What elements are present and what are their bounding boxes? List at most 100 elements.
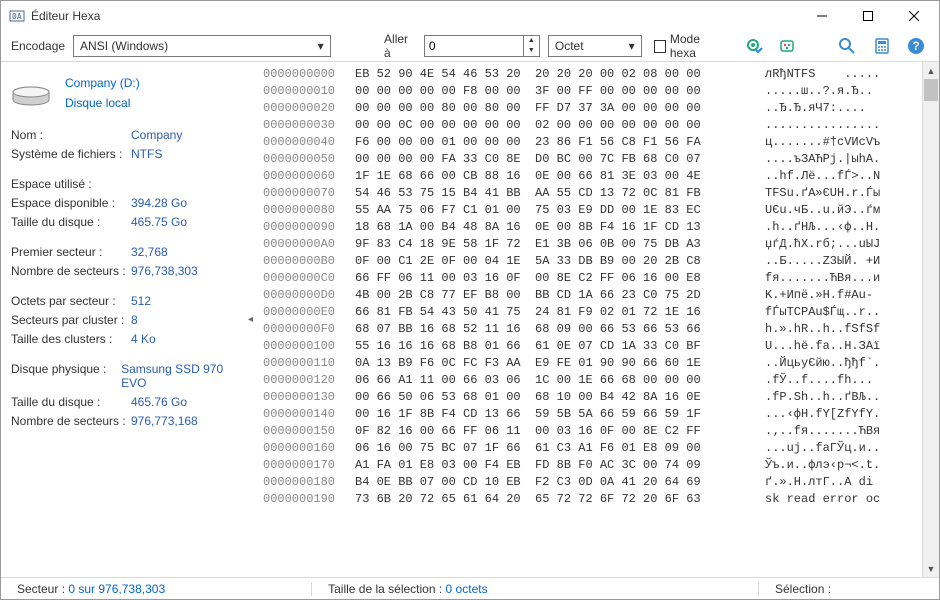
hex-ascii[interactable]: ..ЙцьуЄйю..ђђf`. — [755, 355, 922, 372]
hex-row[interactable]: 000000009018 68 1A 00 B4 48 8A 16 0E 00 … — [263, 219, 922, 236]
maximize-button[interactable] — [845, 1, 891, 31]
hex-row[interactable]: 000000016006 16 00 75 BC 07 1F 66 61 C3 … — [263, 440, 922, 457]
hex-bytes[interactable]: 06 16 00 75 BC 07 1F 66 61 C3 A1 F6 01 E… — [355, 440, 755, 457]
hex-row[interactable]: 000000019073 6B 20 72 65 61 64 20 65 72 … — [263, 491, 922, 508]
disk-type-link[interactable]: Disque local — [65, 96, 140, 110]
hex-bytes[interactable]: 1F 1E 68 66 00 CB 88 16 0E 00 66 81 3E 0… — [355, 168, 755, 185]
hex-bytes[interactable]: 66 FF 06 11 00 03 16 0F 00 8E C2 FF 06 1… — [355, 270, 755, 287]
hex-row[interactable]: 00000000E066 81 FB 54 43 50 41 75 24 81 … — [263, 304, 922, 321]
hex-bytes[interactable]: 18 68 1A 00 B4 48 8A 16 0E 00 8B F4 16 1… — [355, 219, 755, 236]
hex-bytes[interactable]: 00 00 00 00 00 F8 00 00 3F 00 FF 00 00 0… — [355, 83, 755, 100]
hex-row[interactable]: 000000003000 00 0C 00 00 00 00 00 02 00 … — [263, 117, 922, 134]
hex-bytes[interactable]: 4B 00 2B C8 77 EF B8 00 BB CD 1A 66 23 C… — [355, 287, 755, 304]
hex-bytes[interactable]: 06 66 A1 11 00 66 03 06 1C 00 1E 66 68 0… — [355, 372, 755, 389]
hex-ascii[interactable]: ...‹фН.fY[ZfYfY. — [755, 406, 922, 423]
spinner-down-icon[interactable]: ▼ — [524, 46, 539, 56]
vertical-scrollbar[interactable]: ▲ ▼ — [922, 62, 939, 577]
hex-ascii[interactable]: .‚..fя.......ЋВя — [755, 423, 922, 440]
hex-bytes[interactable]: 00 16 1F 8B F4 CD 13 66 59 5B 5A 66 59 6… — [355, 406, 755, 423]
hex-bytes[interactable]: 73 6B 20 72 65 61 64 20 65 72 72 6F 72 2… — [355, 491, 755, 508]
minimize-button[interactable] — [799, 1, 845, 31]
hex-row[interactable]: 0000000180B4 0E BB 07 00 CD 10 EB F2 C3 … — [263, 474, 922, 491]
palette-button[interactable] — [775, 32, 801, 60]
search-button[interactable] — [834, 32, 860, 60]
encoding-select[interactable]: ANSI (Windows) ▾ — [73, 35, 331, 57]
hex-bytes[interactable]: 00 00 0C 00 00 00 00 00 02 00 00 00 00 0… — [355, 117, 755, 134]
hex-ascii[interactable]: .....ш..?.я.Ђ.. — [755, 83, 922, 100]
unit-select[interactable]: Octet ▾ — [548, 35, 642, 57]
hex-row[interactable]: 000000002000 00 00 00 80 00 80 00 FF D7 … — [263, 100, 922, 117]
hex-row[interactable]: 000000012006 66 A1 11 00 66 03 06 1C 00 … — [263, 372, 922, 389]
hex-row[interactable]: 0000000000EB 52 90 4E 54 46 53 20 20 20 … — [263, 66, 922, 83]
hex-ascii[interactable]: ..Ђ.Ђ.яЧ7:.... — [755, 100, 922, 117]
hex-row[interactable]: 00000001100A 13 B9 F6 0C FC F3 AA E9 FE … — [263, 355, 922, 372]
hex-ascii[interactable]: TFSu.ґA»ЄUН.r.Ѓы — [755, 185, 922, 202]
hexmode-checkbox[interactable]: Mode hexa — [654, 32, 725, 60]
hex-ascii[interactable]: Ўъ.и..флэ‹р¬<.t. — [755, 457, 922, 474]
hex-row[interactable]: 0000000040F6 00 00 00 01 00 00 00 23 86 … — [263, 134, 922, 151]
hex-bytes[interactable]: 68 07 BB 16 68 52 11 16 68 09 00 66 53 6… — [355, 321, 755, 338]
disk-name-link[interactable]: Company (D:) — [65, 76, 140, 90]
spinner-up-icon[interactable]: ▲ — [524, 36, 539, 46]
splitter[interactable]: ◂ — [251, 62, 257, 577]
hex-row[interactable]: 0000000170A1 FA 01 E8 03 00 F4 EB FD 8B … — [263, 457, 922, 474]
hex-content[interactable]: 0000000000EB 52 90 4E 54 46 53 20 20 20 … — [257, 62, 922, 577]
hex-ascii[interactable]: .fЎ..f....fh... — [755, 372, 922, 389]
hex-ascii[interactable]: U...hё.fa..Н.ЗАї — [755, 338, 922, 355]
hex-row[interactable]: 000000005000 00 00 00 FA 33 C0 8E D0 BC … — [263, 151, 922, 168]
hex-bytes[interactable]: 0F 82 16 00 66 FF 06 11 00 03 16 0F 00 8… — [355, 423, 755, 440]
hex-ascii[interactable]: h.».hR..h..fSfSf — [755, 321, 922, 338]
goto-input[interactable] — [424, 35, 524, 57]
hex-bytes[interactable]: F6 00 00 00 01 00 00 00 23 86 F1 56 C8 F… — [355, 134, 755, 151]
hex-row[interactable]: 00000000F068 07 BB 16 68 52 11 16 68 09 … — [263, 321, 922, 338]
hex-ascii[interactable]: ...uј..faГЎц.и.. — [755, 440, 922, 457]
hex-ascii[interactable]: fЃыTCPAu$Ѓщ..r.. — [755, 304, 922, 321]
scroll-up-icon[interactable]: ▲ — [923, 62, 939, 79]
hex-ascii[interactable]: ................ — [755, 117, 922, 134]
scroll-thumb[interactable] — [924, 79, 938, 101]
goto-spinner[interactable]: ▲▼ — [524, 35, 540, 57]
hex-ascii[interactable]: џѓД.ћX.rб;...uЫЈ — [755, 236, 922, 253]
hex-row[interactable]: 000000007054 46 53 75 15 B4 41 BB AA 55 … — [263, 185, 922, 202]
calc-button[interactable] — [869, 32, 895, 60]
hex-bytes[interactable]: 55 16 16 16 68 B8 01 66 61 0E 07 CD 1A 3… — [355, 338, 755, 355]
hex-row[interactable]: 00000000B00F 00 C1 2E 0F 00 04 1E 5A 33 … — [263, 253, 922, 270]
hex-row[interactable]: 000000013000 66 50 06 53 68 01 00 68 10 … — [263, 389, 922, 406]
hex-bytes[interactable]: EB 52 90 4E 54 46 53 20 20 20 20 00 02 0… — [355, 66, 755, 83]
settings-button[interactable] — [741, 32, 767, 60]
hex-row[interactable]: 000000014000 16 1F 8B F4 CD 13 66 59 5B … — [263, 406, 922, 423]
hex-row[interactable]: 00000000C066 FF 06 11 00 03 16 0F 00 8E … — [263, 270, 922, 287]
hex-bytes[interactable]: 54 46 53 75 15 B4 41 BB AA 55 CD 13 72 0… — [355, 185, 755, 202]
hex-ascii[interactable]: лRђNTFS ..... — [755, 66, 922, 83]
hex-row[interactable]: 000000001000 00 00 00 00 F8 00 00 3F 00 … — [263, 83, 922, 100]
hex-bytes[interactable]: 0A 13 B9 F6 0C FC F3 AA E9 FE 01 90 90 6… — [355, 355, 755, 372]
close-button[interactable] — [891, 1, 937, 31]
hex-ascii[interactable]: ..hf.Лё...fЃ>..N — [755, 168, 922, 185]
help-button[interactable]: ? — [903, 32, 929, 60]
hex-row[interactable]: 00000000D04B 00 2B C8 77 EF B8 00 BB CD … — [263, 287, 922, 304]
hex-ascii[interactable]: ц.......#†сVИсVъ — [755, 134, 922, 151]
hex-ascii[interactable]: ....ъЗАЋРј.|ыhА. — [755, 151, 922, 168]
hex-bytes[interactable]: B4 0E BB 07 00 CD 10 EB F2 C3 0D 0A 41 2… — [355, 474, 755, 491]
hex-ascii[interactable]: .fP.Sh..h..ґBЉ.. — [755, 389, 922, 406]
hex-row[interactable]: 00000000A09F 83 C4 18 9E 58 1F 72 E1 3B … — [263, 236, 922, 253]
hex-row[interactable]: 00000000601F 1E 68 66 00 CB 88 16 0E 00 … — [263, 168, 922, 185]
hex-row[interactable]: 000000010055 16 16 16 68 B8 01 66 61 0E … — [263, 338, 922, 355]
hex-row[interactable]: 000000008055 AA 75 06 F7 C1 01 00 75 03 … — [263, 202, 922, 219]
hex-ascii[interactable]: ..Б.....Z3ЫЙ. +И — [755, 253, 922, 270]
hex-ascii[interactable]: sk read error oc — [755, 491, 922, 508]
hex-ascii[interactable]: UЄu.чБ..u.йЭ..ѓм — [755, 202, 922, 219]
hex-bytes[interactable]: 0F 00 C1 2E 0F 00 04 1E 5A 33 DB B9 00 2… — [355, 253, 755, 270]
hex-bytes[interactable]: 9F 83 C4 18 9E 58 1F 72 E1 3B 06 0B 00 7… — [355, 236, 755, 253]
hex-bytes[interactable]: A1 FA 01 E8 03 00 F4 EB FD 8B F0 AC 3C 0… — [355, 457, 755, 474]
hex-bytes[interactable]: 00 00 00 00 FA 33 C0 8E D0 BC 00 7C FB 6… — [355, 151, 755, 168]
hex-ascii[interactable]: K.+Ипё.»Н.f#Аu- — [755, 287, 922, 304]
hex-ascii[interactable]: .h..ґHЉ...‹ф..Н. — [755, 219, 922, 236]
hex-bytes[interactable]: 00 00 00 00 80 00 80 00 FF D7 37 3A 00 0… — [355, 100, 755, 117]
hex-bytes[interactable]: 55 AA 75 06 F7 C1 01 00 75 03 E9 DD 00 1… — [355, 202, 755, 219]
scroll-down-icon[interactable]: ▼ — [923, 560, 939, 577]
hex-ascii[interactable]: ґ.».Н.лтГ..A di — [755, 474, 922, 491]
hex-bytes[interactable]: 00 66 50 06 53 68 01 00 68 10 00 B4 42 8… — [355, 389, 755, 406]
hex-bytes[interactable]: 66 81 FB 54 43 50 41 75 24 81 F9 02 01 7… — [355, 304, 755, 321]
hex-row[interactable]: 00000001500F 82 16 00 66 FF 06 11 00 03 … — [263, 423, 922, 440]
